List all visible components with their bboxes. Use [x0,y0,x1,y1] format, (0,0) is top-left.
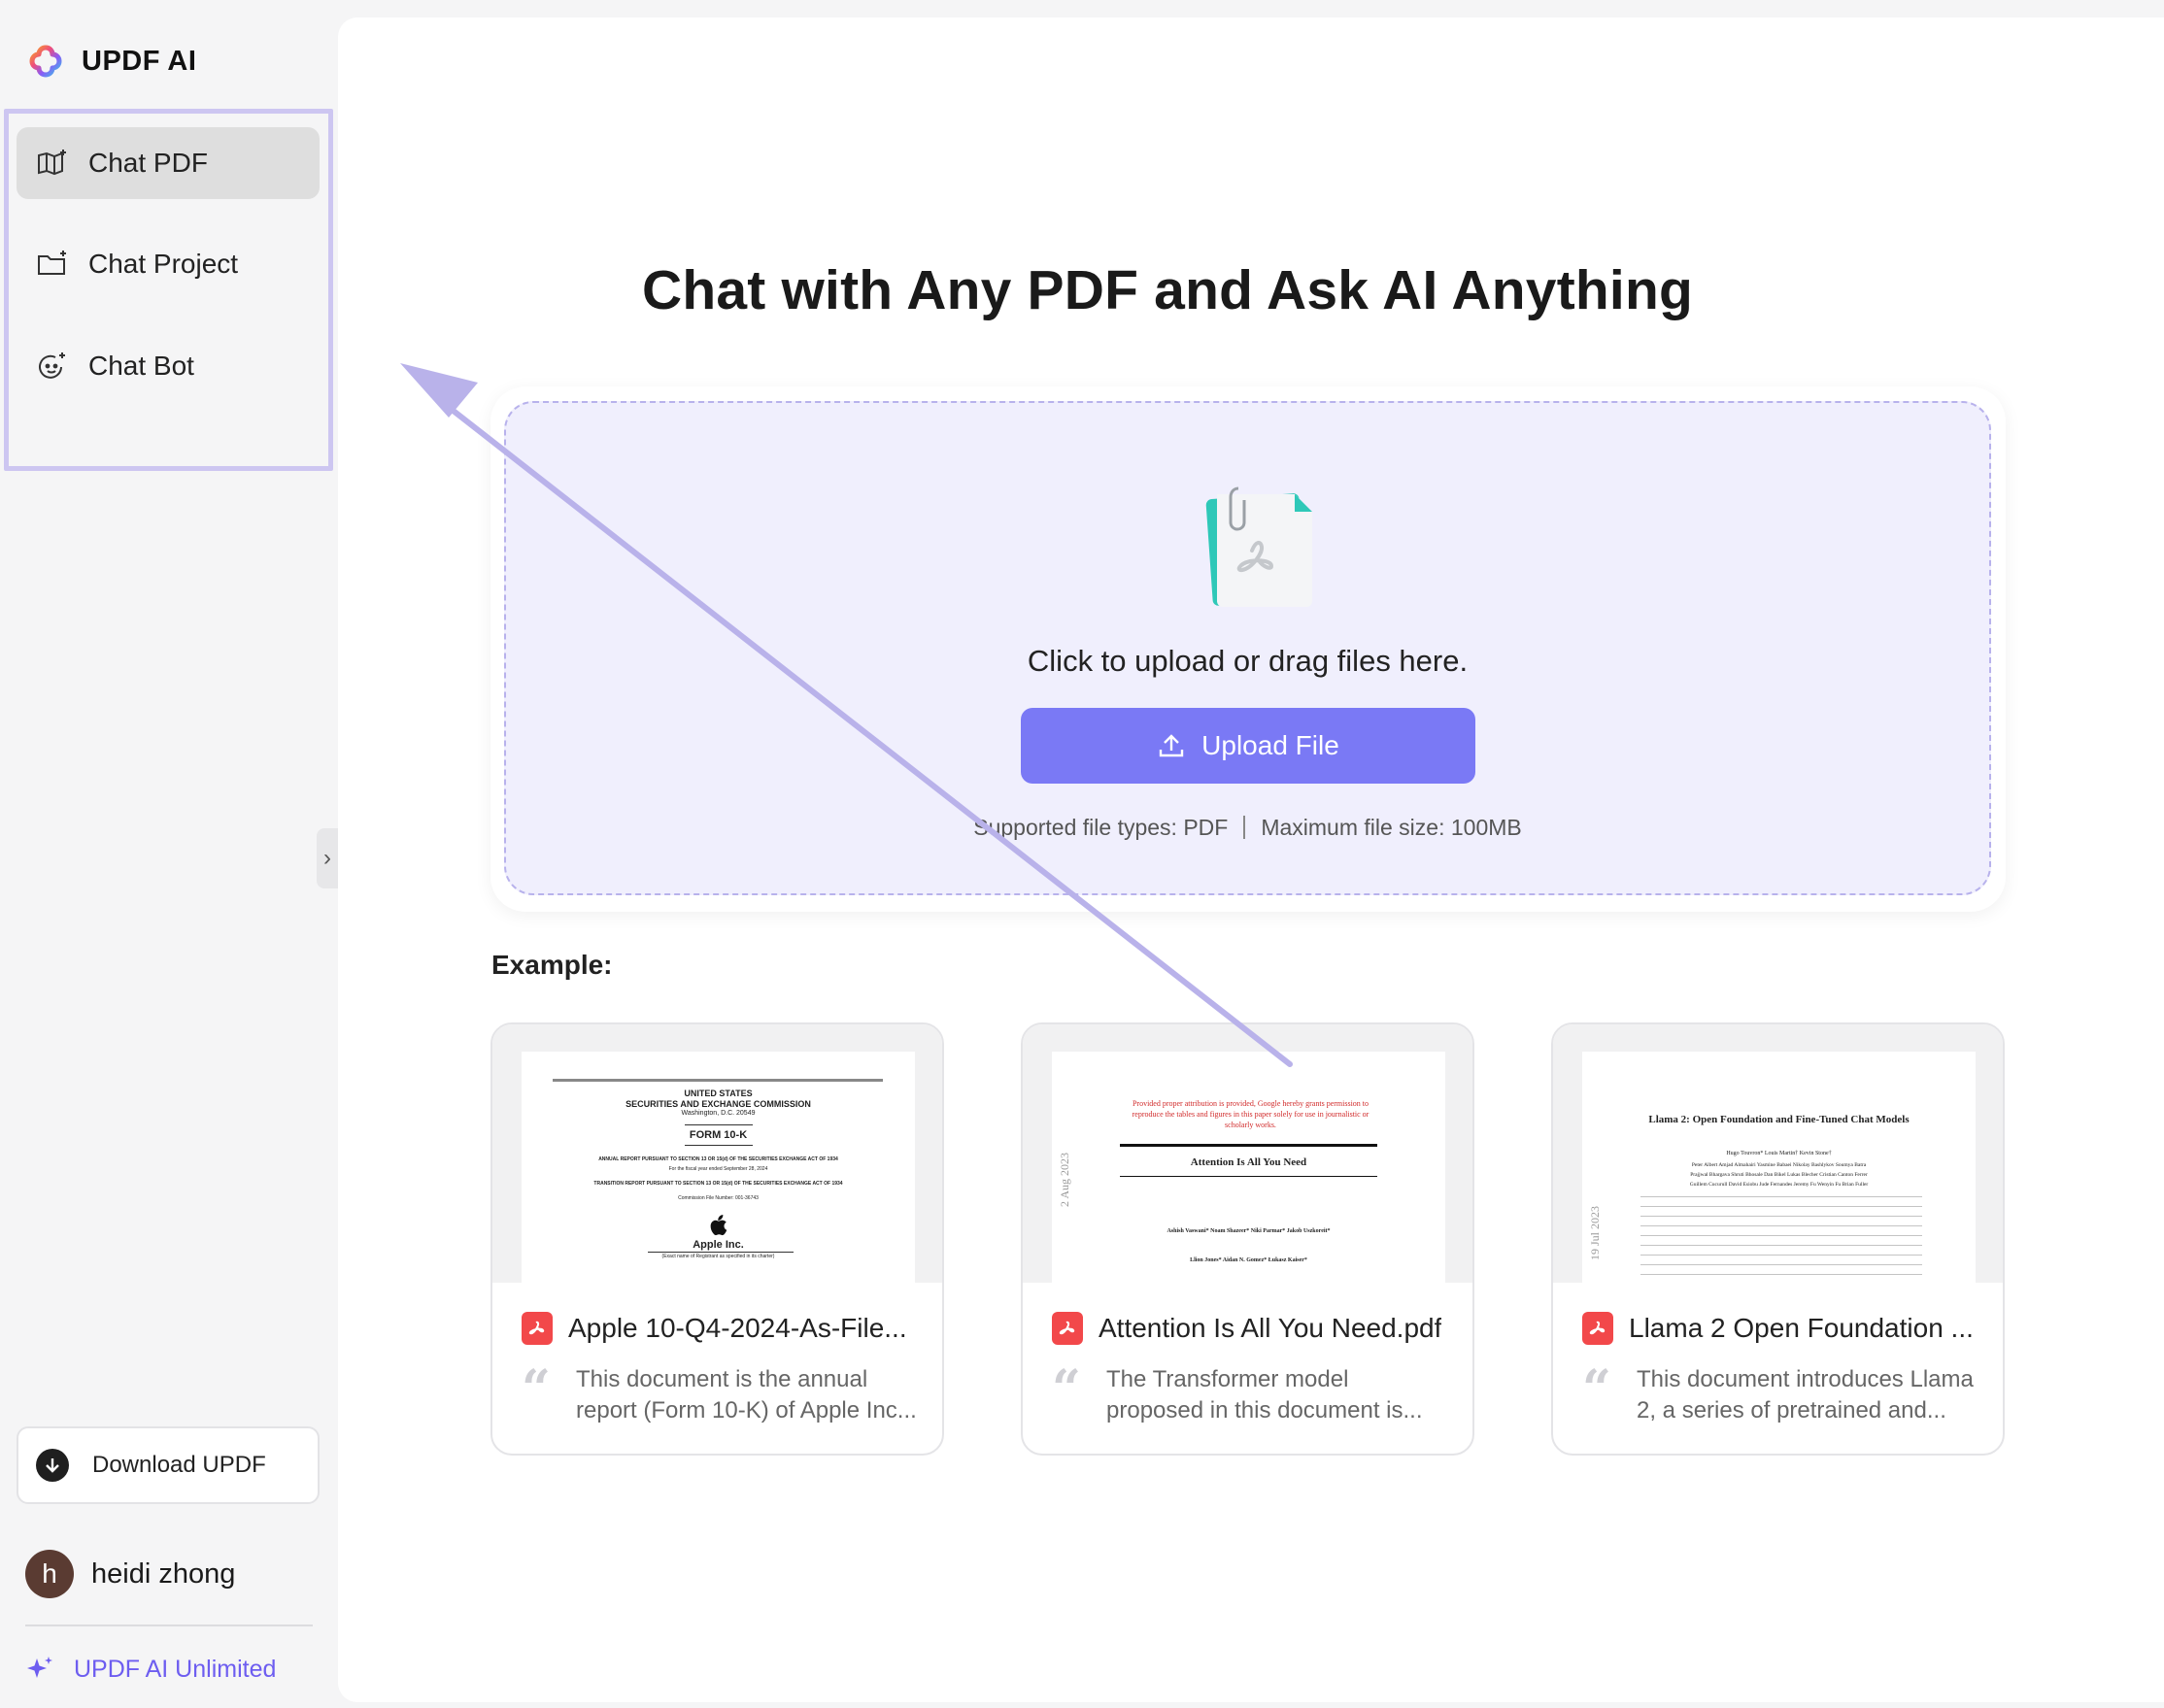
sidebar-item-label: Chat PDF [88,148,208,178]
page-title: Chat with Any PDF and Ask AI Anything [642,259,1693,321]
thumbnail-area: Llama 2: Open Foundation and Fine-Tuned … [1553,1024,2003,1283]
updf-logo-icon [29,45,62,78]
download-arrow-icon [36,1449,69,1482]
rule-line [685,1145,753,1146]
apple-logo-icon [710,1215,727,1236]
thumb-text: For the fiscal year ended September 28, … [668,1166,768,1172]
thumb-side-date: 2 Aug 2023 [1058,1152,1071,1207]
plan-label: UPDF AI Unlimited [74,1655,277,1683]
rule-line [1120,1144,1377,1147]
pdf-file-icon [1205,486,1312,607]
thumb-notice: Provided proper attribution is provided,… [1132,1099,1369,1129]
thumb-authors: Guillem Cucurull David Esiobu Jude Ferna… [1689,1182,1869,1188]
example-card-llama[interactable]: Llama 2: Open Foundation and Fine-Tuned … [1551,1022,2005,1456]
thumb-authors: Hugo Touvron* Louis Martin† Kevin Stone† [1726,1151,1832,1156]
example-card-apple[interactable]: UNITED STATES SECURITIES AND EXCHANGE CO… [490,1022,944,1456]
example-description-row: “ The Transformer model proposed in this… [1052,1364,1450,1426]
brand[interactable]: UPDF AI [25,41,196,82]
quote-icon: “ [1052,1359,1081,1419]
upload-dropzone[interactable]: Click to upload or drag files here. Uplo… [504,401,1991,895]
example-title-row: Attention Is All You Need.pdf [1052,1312,1450,1345]
thumb-heading: Llama 2: Open Foundation and Fine-Tuned … [1648,1114,1910,1125]
user-account[interactable]: h heidi zhong [25,1550,235,1598]
book-sparkle-icon [38,150,66,176]
upload-hint: Click to upload or drag files here. [1027,644,1469,678]
thumb-heading: Attention Is All You Need [1190,1156,1307,1168]
example-title: Attention Is All You Need.pdf [1099,1313,1442,1343]
collapse-sidebar-handle[interactable]: › [317,828,338,888]
rule-line [1120,1176,1377,1177]
example-title: Llama 2 Open Foundation ... [1629,1313,1974,1343]
pdf-file-icon [522,1312,553,1345]
user-name: heidi zhong [91,1557,236,1590]
download-label: Download UPDF [92,1452,266,1478]
meta-divider [1243,816,1246,839]
quote-icon: “ [1582,1359,1611,1419]
avatar: h [25,1550,74,1598]
chevron-right-icon: › [323,845,331,871]
sparkle-icon [27,1657,52,1678]
upgrade-plan-link[interactable]: UPDF AI Unlimited [25,1655,276,1684]
bot-face-icon [39,352,65,379]
sidebar-item-chat-bot[interactable]: Chat Bot [17,330,320,402]
rule-line [553,1079,883,1082]
upload-card: Click to upload or drag files here. Uplo… [490,386,2006,912]
upload-arrow-icon [1159,734,1184,757]
thumbnail-area: UNITED STATES SECURITIES AND EXCHANGE CO… [492,1024,942,1283]
example-description: This document introduces Llama 2, a seri… [1637,1366,1974,1423]
example-description-row: “ This document introduces Llama 2, a se… [1582,1364,1980,1426]
thumb-authors: Prajjwal Bhargava Shruti Bhosale Dan Bik… [1690,1172,1868,1178]
max-file-size: Maximum file size: 100MB [1261,815,1522,840]
thumb-text: TRANSITION REPORT PURSUANT TO SECTION 13… [593,1181,843,1187]
thumb-text: Washington, D.C. 20549 [681,1110,756,1117]
thumb-side-date: 19 Jul 2023 [1588,1205,1602,1260]
example-title-row: Apple 10-Q4-2024-As-File... [522,1312,920,1345]
example-heading: Example: [491,950,613,980]
example-card-attention[interactable]: Provided proper attribution is provided,… [1021,1022,1474,1456]
example-description: The Transformer model proposed in this d… [1106,1366,1423,1423]
upload-button-label: Upload File [1201,730,1339,760]
thumb-authors: Ashish Vaswani* Noam Shazeer* Niki Parma… [1167,1228,1331,1234]
thumb-company: Apple Inc. [693,1239,744,1251]
sidebar-item-chat-pdf[interactable]: Chat PDF [17,127,320,199]
pdf-file-icon [1052,1312,1083,1345]
sidebar-divider [25,1624,313,1626]
thumb-authors: Llion Jones* Aidan N. Gomez* Łukasz Kais… [1190,1257,1307,1263]
example-description-row: “ This document is the annual report (Fo… [522,1364,920,1426]
upload-file-button[interactable]: Upload File [1021,708,1475,784]
supported-types: Supported file types: PDF [973,815,1229,840]
example-description: This document is the annual report (Form… [576,1366,917,1423]
document-thumbnail: Llama 2: Open Foundation and Fine-Tuned … [1582,1052,1976,1283]
thumb-text: SECURITIES AND EXCHANGE COMMISSION [626,1099,811,1109]
thumb-text: ANNUAL REPORT PURSUANT TO SECTION 13 OR … [598,1156,838,1162]
document-thumbnail: UNITED STATES SECURITIES AND EXCHANGE CO… [522,1052,915,1283]
download-updf-button[interactable]: Download UPDF [17,1426,320,1504]
rule-line [648,1252,794,1253]
thumb-author-block [1640,1193,1922,1277]
thumb-text: Commission File Number: 001-36743 [678,1195,759,1201]
sidebar: UPDF AI Chat PDF Chat Project Chat Bot ›… [0,0,338,1708]
thumb-text: (Exact name of Registrant as specified i… [661,1254,775,1259]
example-title-row: Llama 2 Open Foundation ... [1582,1312,1980,1345]
quote-icon: “ [522,1359,551,1419]
brand-name: UPDF AI [82,45,197,77]
sidebar-item-label: Chat Bot [88,351,194,381]
thumb-text: FORM 10-K [689,1129,748,1141]
example-title: Apple 10-Q4-2024-As-File... [568,1313,907,1343]
thumb-authors: Peter Albert Amjad Almahairi Yasmine Bab… [1691,1162,1867,1168]
pdf-file-icon [1582,1312,1613,1345]
thumbnail-area: Provided proper attribution is provided,… [1023,1024,1472,1283]
thumb-text: UNITED STATES [684,1088,753,1098]
rule-line [685,1124,753,1125]
upload-constraints: Supported file types: PDF Maximum file si… [506,815,1989,841]
document-thumbnail: Provided proper attribution is provided,… [1052,1052,1445,1283]
